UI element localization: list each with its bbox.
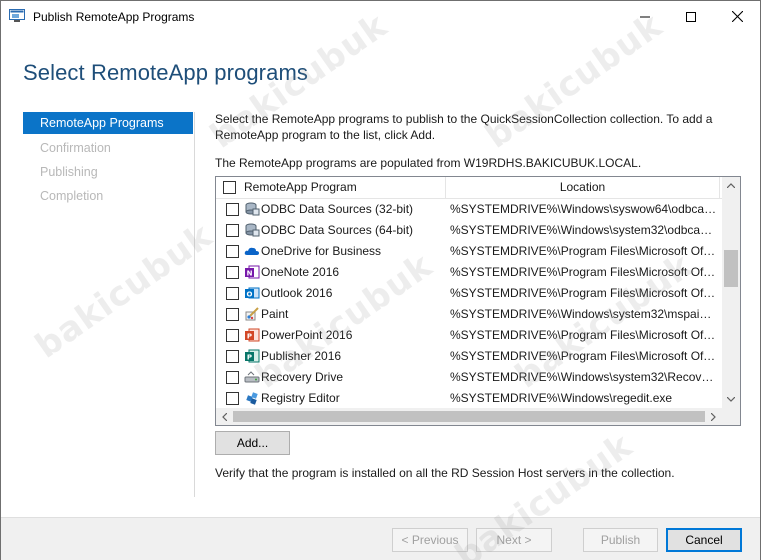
list-item[interactable]: Registry Editor %SYSTEMDRIVE%\Windows\re…: [216, 388, 722, 409]
cancel-button[interactable]: Cancel: [666, 528, 742, 552]
wizard-footer: < Previous Next > Publish Cancel: [1, 517, 760, 560]
close-icon: [731, 11, 743, 22]
program-location: %SYSTEMDRIVE%\Windows\syswow64\odbcad32.…: [450, 202, 718, 216]
list-rows: ODBC Data Sources (32-bit) %SYSTEMDRIVE%…: [216, 199, 722, 409]
publish-button[interactable]: Publish: [583, 528, 658, 552]
list-item[interactable]: ODBC Data Sources (32-bit) %SYSTEMDRIVE%…: [216, 199, 722, 220]
program-location: %SYSTEMDRIVE%\Program Files\Microsoft Of…: [450, 265, 718, 279]
list-header: RemoteApp Program Location: [216, 177, 722, 199]
populated-from-text: The RemoteApp programs are populated fro…: [215, 156, 642, 170]
paint-icon: [244, 306, 260, 322]
program-location: %SYSTEMDRIVE%\Windows\system32\mspaint.e…: [450, 307, 718, 321]
svg-text:O: O: [247, 291, 253, 299]
nav-item-publishing: Publishing: [40, 165, 98, 179]
program-name: ODBC Data Sources (32-bit): [261, 202, 414, 216]
row-checkbox[interactable]: [226, 287, 239, 300]
recovery-drive-icon: [244, 369, 260, 385]
odbc-icon: [244, 222, 260, 238]
verify-note: Verify that the program is installed on …: [215, 466, 675, 480]
program-location: %SYSTEMDRIVE%\Windows\system32\RecoveryD…: [450, 370, 718, 384]
close-button[interactable]: [714, 1, 760, 32]
program-name: Paint: [261, 307, 289, 321]
vertical-scroll-thumb[interactable]: [724, 250, 738, 287]
horizontal-scroll-thumb[interactable]: [233, 411, 705, 422]
svg-text:N: N: [247, 270, 253, 278]
previous-button[interactable]: < Previous: [392, 528, 468, 552]
program-location: %SYSTEMDRIVE%\Windows\system32\odbcad32.…: [450, 223, 718, 237]
list-item[interactable]: Paint %SYSTEMDRIVE%\Windows\system32\msp…: [216, 304, 722, 325]
description-text: Select the RemoteApp programs to publish…: [215, 112, 713, 142]
wizard-steps-nav: RemoteApp Programs Confirmation Publishi…: [23, 112, 195, 497]
outlook-icon: O: [244, 285, 260, 301]
program-name: ODBC Data Sources (64-bit): [261, 223, 414, 237]
row-checkbox[interactable]: [226, 329, 239, 342]
row-checkbox[interactable]: [226, 245, 239, 258]
odbc-icon: [244, 201, 260, 217]
onedrive-icon: [244, 243, 260, 259]
page-title: Select RemoteApp programs: [23, 60, 308, 85]
program-location: %SYSTEMDRIVE%\Program Files\Microsoft Of…: [450, 328, 718, 342]
row-checkbox[interactable]: [226, 224, 239, 237]
list-item[interactable]: Recovery Drive %SYSTEMDRIVE%\Windows\sys…: [216, 367, 722, 388]
program-name: OneDrive for Business: [261, 244, 382, 258]
row-checkbox[interactable]: [226, 392, 239, 405]
program-location: %SYSTEMDRIVE%\Program Files\Microsoft Of…: [450, 244, 718, 258]
program-location: %SYSTEMDRIVE%\Program Files\Microsoft Of…: [450, 349, 718, 363]
remoteapp-icon: [9, 9, 25, 23]
program-name: Registry Editor: [261, 391, 340, 405]
program-name: Outlook 2016: [261, 286, 333, 300]
remoteapp-program-list[interactable]: RemoteApp Program Location ODBC Data Sou…: [215, 176, 741, 426]
publisher-icon: P: [244, 348, 260, 364]
program-name: Publisher 2016: [261, 349, 342, 363]
add-button[interactable]: Add...: [215, 431, 290, 455]
column-header-program[interactable]: RemoteApp Program: [216, 177, 446, 199]
list-item[interactable]: OneDrive for Business %SYSTEMDRIVE%\Prog…: [216, 241, 722, 262]
list-item[interactable]: ODBC Data Sources (64-bit) %SYSTEMDRIVE%…: [216, 220, 722, 241]
vertical-scrollbar[interactable]: [722, 177, 740, 408]
maximize-button[interactable]: [668, 1, 714, 32]
program-location: %SYSTEMDRIVE%\Program Files\Microsoft Of…: [450, 286, 718, 300]
publish-remoteapp-window: Publish RemoteApp Programs Select Remote…: [0, 0, 761, 560]
nav-item-remoteapp-programs[interactable]: RemoteApp Programs: [23, 112, 193, 134]
onenote-icon: N: [244, 264, 260, 280]
program-location: %SYSTEMDRIVE%\Windows\regedit.exe: [450, 391, 673, 405]
row-checkbox[interactable]: [226, 350, 239, 363]
row-checkbox[interactable]: [226, 266, 239, 279]
list-item[interactable]: N OneNote 2016 %SYSTEMDRIVE%\Program Fil…: [216, 262, 722, 283]
program-name: Recovery Drive: [261, 370, 344, 384]
program-name: OneNote 2016: [261, 265, 340, 279]
horizontal-scrollbar[interactable]: [216, 408, 722, 425]
powerpoint-icon: P: [244, 327, 260, 343]
list-item[interactable]: P Publisher 2016 %SYSTEMDRIVE%\Program F…: [216, 346, 722, 367]
scroll-down-icon[interactable]: [722, 391, 740, 408]
scroll-left-icon[interactable]: [216, 408, 233, 425]
scrollbar-corner: [722, 408, 740, 425]
row-checkbox[interactable]: [226, 308, 239, 321]
program-name: PowerPoint 2016: [261, 328, 353, 342]
title-bar: Publish RemoteApp Programs: [1, 1, 760, 32]
nav-item-completion: Completion: [40, 189, 104, 203]
row-checkbox[interactable]: [226, 371, 239, 384]
minimize-icon: [640, 16, 650, 17]
window-title: Publish RemoteApp Programs: [33, 10, 195, 24]
nav-item-confirmation: Confirmation: [40, 141, 111, 155]
row-checkbox[interactable]: [226, 203, 239, 216]
svg-text:P: P: [247, 333, 252, 341]
registry-editor-icon: [244, 390, 260, 406]
minimize-button[interactable]: [622, 1, 668, 32]
scroll-right-icon[interactable]: [705, 408, 722, 425]
next-button[interactable]: Next >: [476, 528, 552, 552]
list-item[interactable]: P PowerPoint 2016 %SYSTEMDRIVE%\Program …: [216, 325, 722, 346]
column-header-location[interactable]: Location: [446, 177, 720, 199]
scroll-up-icon[interactable]: [722, 177, 740, 194]
svg-text:P: P: [247, 354, 252, 362]
maximize-icon: [686, 11, 696, 22]
list-item[interactable]: O Outlook 2016 %SYSTEMDRIVE%\Program Fil…: [216, 283, 722, 304]
